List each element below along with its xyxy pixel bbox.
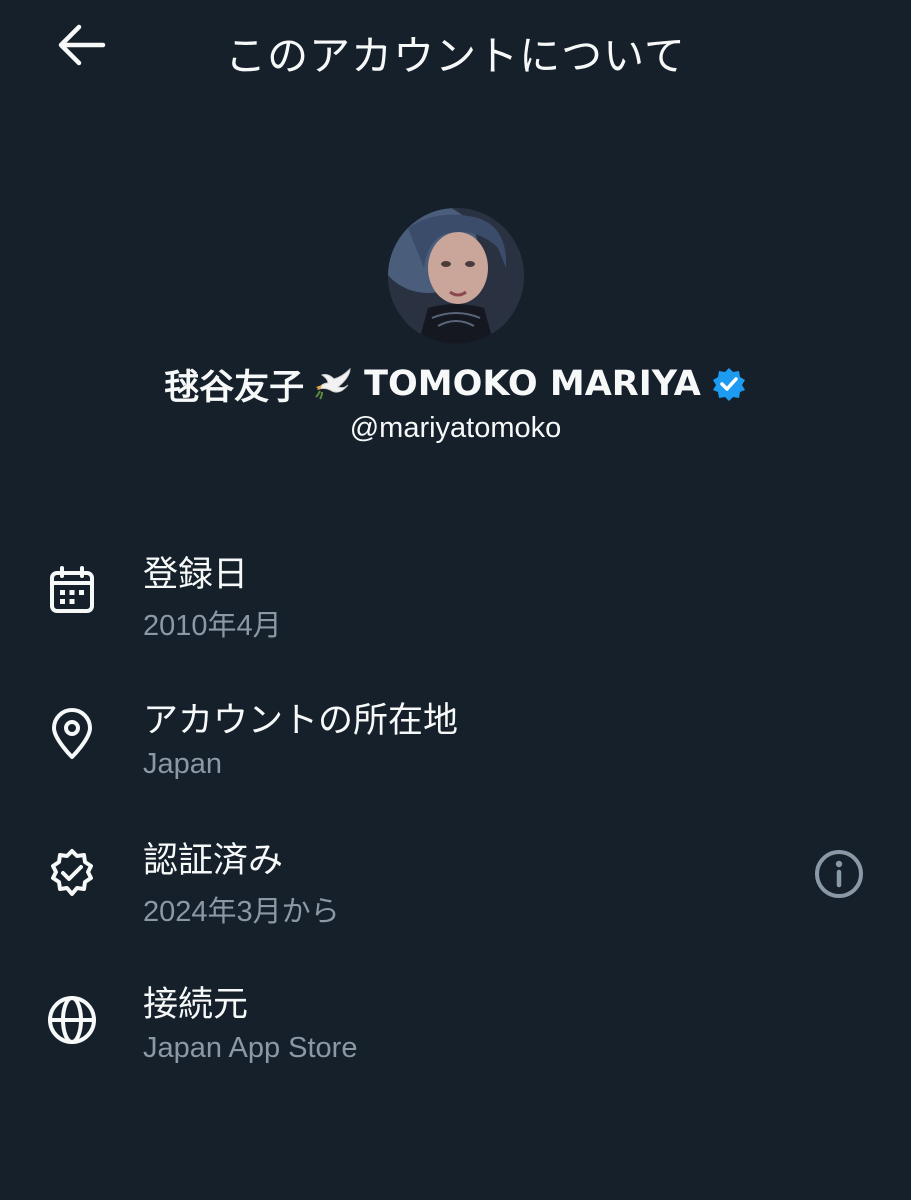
globe-icon [44, 992, 100, 1048]
page-title: このアカウントについて [225, 32, 686, 80]
info-value: 2010年4月 [143, 610, 282, 642]
dove-icon [314, 367, 354, 401]
list-item-account-location: アカウントの所在地 Japan [0, 686, 911, 796]
display-name-latin: TOMOKO MARIYA [364, 364, 701, 404]
verified-badge-icon[interactable] [711, 366, 747, 402]
info-label: 接続元 [143, 985, 249, 1025]
info-icon [812, 847, 866, 905]
info-label: アカウントの所在地 [143, 701, 459, 741]
info-value: Japan [143, 748, 223, 780]
calendar-icon [44, 562, 100, 618]
avatar[interactable] [387, 208, 524, 344]
list-item-verified: 認証済み 2024年3月から [0, 826, 911, 936]
display-name: 毬谷友子 [164, 367, 305, 408]
handle: @mariyatomoko [349, 412, 562, 444]
location-pin-icon [44, 706, 100, 762]
profile-section: 毬谷友子 TOMOKO MARIYA @mariyatomoko [0, 208, 911, 445]
info-value: Japan App Store [143, 1032, 358, 1064]
verified-seal-icon [44, 846, 100, 902]
verified-info-button[interactable] [811, 848, 867, 904]
info-label: 認証済み [143, 841, 284, 881]
list-item-connected-via: 接続元 Japan App Store [0, 970, 911, 1080]
display-name-row: 毬谷友子 TOMOKO MARIYA [164, 360, 747, 408]
top-bar: このアカウントについて [0, 0, 911, 100]
info-label: 登録日 [143, 555, 249, 595]
list-item-registration-date: 登録日 2010年4月 [0, 540, 911, 650]
info-value: 2024年3月から [143, 896, 340, 928]
